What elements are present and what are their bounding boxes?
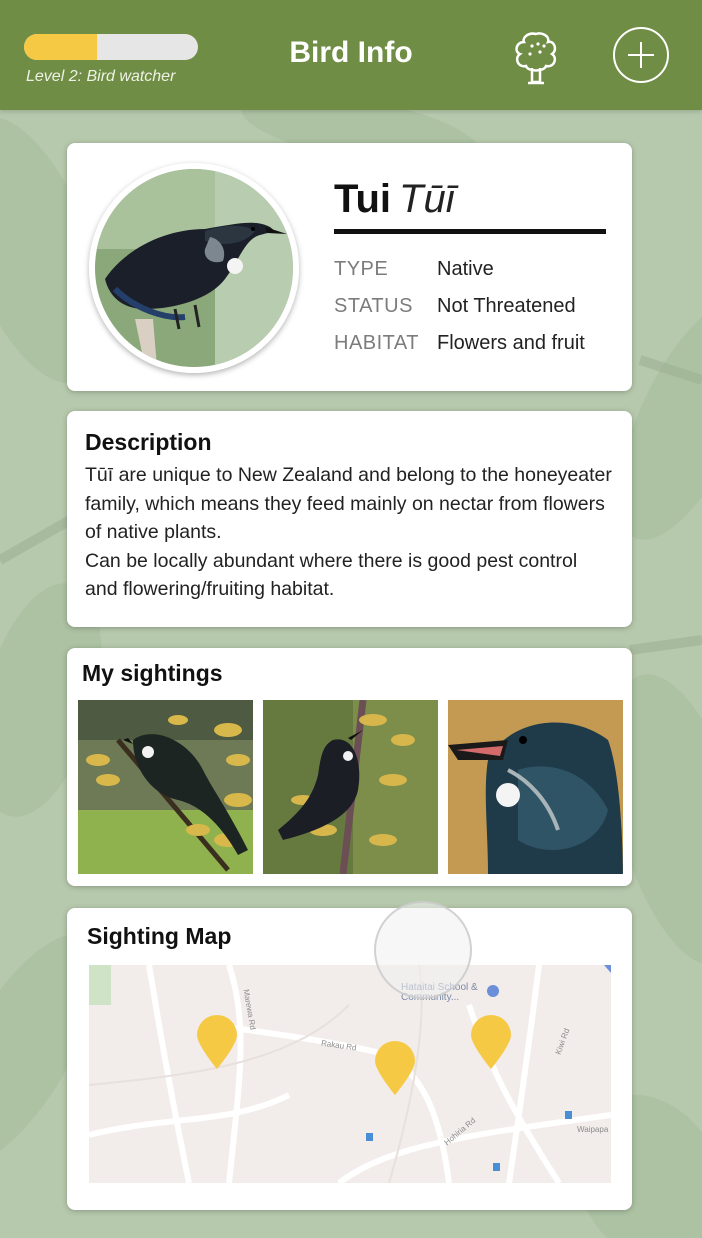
sighting-map-card: Sighting Map Hat: [67, 908, 632, 1210]
description-text: Tūī are unique to New Zealand and belong…: [85, 461, 615, 604]
my-sightings-card: My sightings: [67, 648, 632, 886]
sightings-title: My sightings: [82, 660, 223, 686]
tree-icon: [515, 32, 557, 85]
description-paragraph: Can be locally abundant where there is g…: [85, 549, 578, 601]
sighting-map-title: Sighting Map: [87, 923, 232, 949]
tree-button[interactable]: [506, 28, 566, 88]
info-value: Flowers and fruit: [437, 332, 585, 354]
description-card: Description Tūī are unique to New Zealan…: [67, 411, 632, 627]
add-sighting-button[interactable]: [613, 27, 669, 83]
sighting-map[interactable]: Hataitai School & Community... Rakau Rd …: [89, 965, 611, 1183]
info-key: TYPE: [334, 258, 389, 280]
info-key: HABITAT: [334, 332, 419, 354]
info-row-type: TYPE Native: [334, 251, 624, 288]
info-key: STATUS: [334, 295, 413, 317]
sighting-image: [78, 700, 253, 874]
bird-profile-card: Tui Tūī TYPE Native STATUS Not Threatened…: [67, 143, 632, 391]
map-roads: [89, 965, 611, 1183]
bird-info-table: TYPE Native STATUS Not Threatened HABITA…: [334, 251, 624, 362]
map-pin-icon[interactable]: [195, 1015, 239, 1069]
bird-avatar: [89, 163, 299, 373]
page-title: Bird Info: [289, 36, 413, 69]
map-pin-icon[interactable]: [373, 1041, 417, 1095]
top-bar: Level 2: Bird watcher Bird Info: [0, 0, 702, 110]
description-title: Description: [85, 429, 212, 455]
sighting-image: [448, 700, 623, 874]
sighting-image: [263, 700, 438, 874]
sighting-photo-1[interactable]: [78, 700, 253, 874]
sighting-photo-2[interactable]: [263, 700, 438, 874]
bird-name: Tui: [334, 177, 392, 221]
sighting-photo-3[interactable]: [448, 700, 623, 874]
info-row-status: STATUS Not Threatened: [334, 288, 624, 325]
level-label: Level 2: Bird watcher: [26, 68, 176, 85]
map-road-label: Waipapa: [577, 1125, 609, 1134]
info-row-habitat: HABITAT Flowers and fruit: [334, 325, 624, 362]
description-paragraph: Tūī are unique to New Zealand and belong…: [85, 464, 612, 543]
bird-maori-name: Tūī: [399, 177, 455, 221]
info-value: Not Threatened: [437, 295, 576, 317]
bird-name-heading: Tui Tūī: [334, 177, 606, 234]
info-value: Native: [437, 258, 494, 280]
touch-indicator: [374, 901, 472, 999]
tui-photo: [95, 169, 293, 367]
map-pin-icon[interactable]: [469, 1015, 513, 1069]
